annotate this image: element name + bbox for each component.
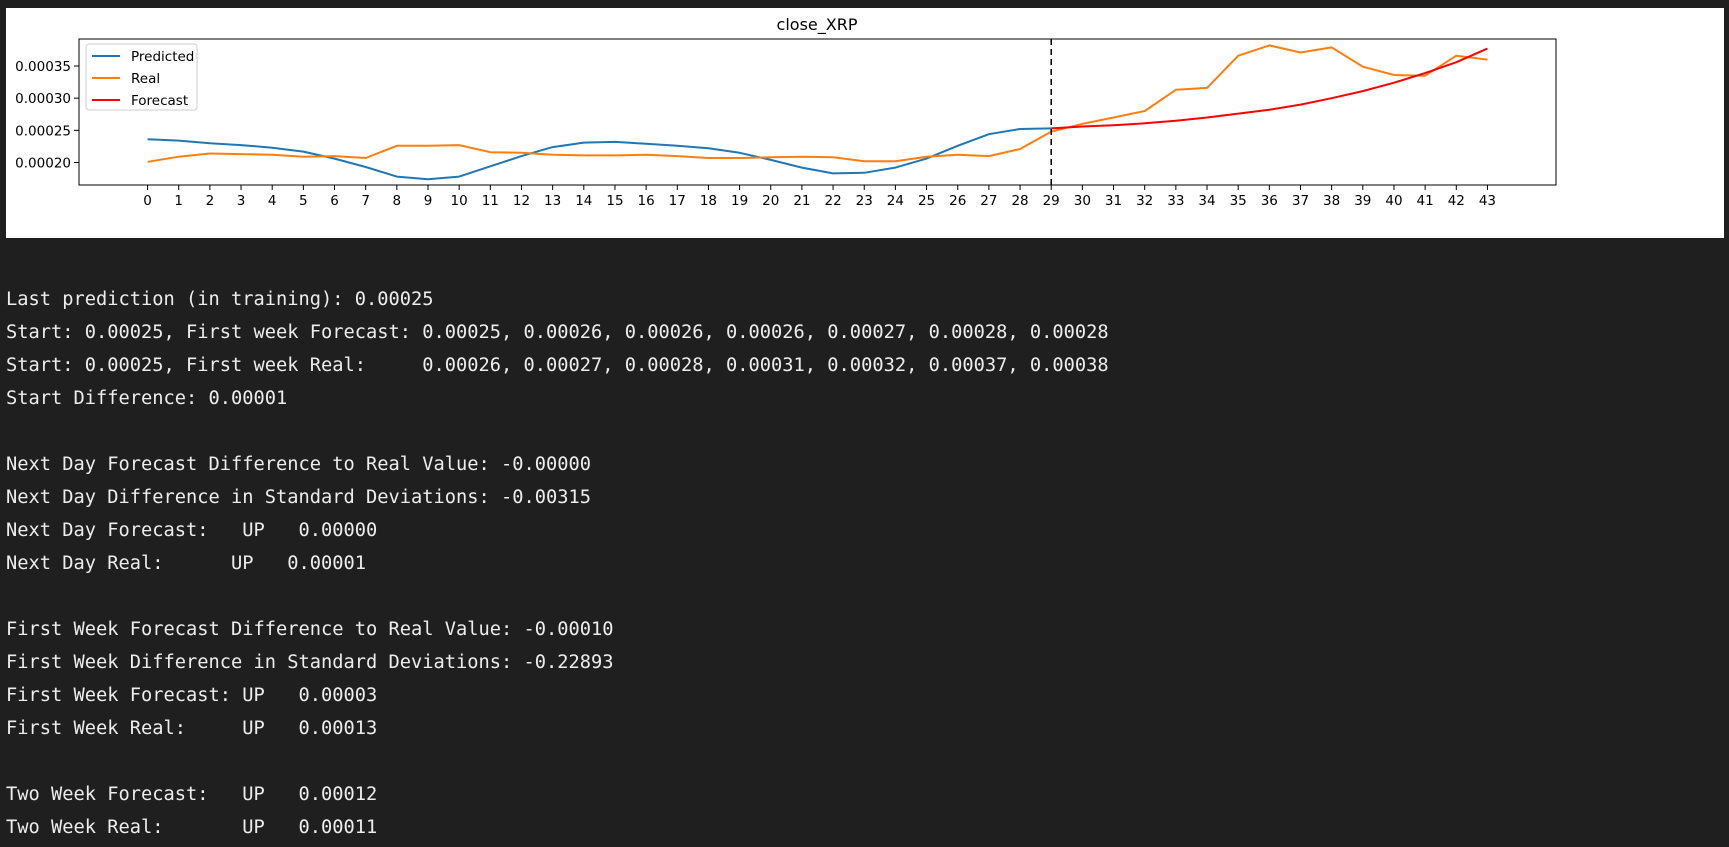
output-line: Last prediction (in training): 0.00025 [6,289,434,310]
output-line: Next Day Forecast Difference to Real Val… [6,454,592,475]
x-tick-label: 42 [1448,193,1465,209]
x-tick-label: 40 [1385,193,1402,209]
x-tick-label: 17 [669,193,686,209]
x-tick-label: 23 [856,193,873,209]
line-chart: close_XRP 0 1 2 3 4 5 6 7 8 9 10 11 12 13 14 15 16 17 18 19… [15,15,1557,209]
x-tick-label: 32 [1136,193,1153,209]
x-tick-label: 38 [1323,193,1340,209]
legend-label-forecast: Forecast [131,93,188,109]
x-tick-label: 35 [1230,193,1247,209]
plot-frame [78,38,1557,186]
x-tick-label: 28 [1011,193,1028,209]
x-tick-label: 20 [762,193,779,209]
x-tick-label: 11 [482,193,499,209]
x-tick-label: 9 [424,193,433,209]
x-tick-label: 24 [887,193,904,209]
x-tick-label: 31 [1105,193,1122,209]
x-tick-label: 4 [268,193,277,209]
y-tick-label: 0.00025 [15,123,71,139]
chart-title: close_XRP [777,15,858,35]
console-output: Last prediction (in training): 0.00025 St… [6,283,1706,844]
output-line: First Week Difference in Standard Deviat… [6,652,614,673]
output-line: Next Day Difference in Standard Deviatio… [6,487,592,508]
x-tick-label: 7 [361,193,370,209]
x-tick-label: 8 [393,193,402,209]
x-tick-label: 26 [949,193,966,209]
output-line: First Week Real: UP 0.00013 [6,718,378,739]
x-tick-label: 15 [606,193,623,209]
output-line: First Week Forecast: UP 0.00003 [6,685,378,706]
output-line: Two Week Forecast: UP 0.00012 [6,784,378,805]
x-tick-label: 22 [824,193,841,209]
legend: Predicted Real Forecast [85,43,198,111]
y-tick-label: 0.00020 [15,155,71,171]
x-tick-label: 34 [1198,193,1215,209]
output-line: Next Day Real: UP 0.00001 [6,553,367,574]
output-line: Start: 0.00025, First week Forecast: 0.0… [6,322,1109,343]
x-tick-label: 1 [174,193,183,209]
x-tick-label: 30 [1074,193,1091,209]
x-tick-label: 14 [575,193,592,209]
x-tick-label: 43 [1479,193,1496,209]
x-tick-label: 6 [330,193,339,209]
output-line: First Week Forecast Difference to Real V… [6,619,614,640]
series-line-predicted [147,127,1052,181]
output-line: Next Day Forecast: UP 0.00000 [6,520,378,541]
x-tick-label: 19 [731,193,748,209]
output-line: Start: 0.00025, First week Real: 0.00026… [6,355,1109,376]
x-tick-label: 3 [237,193,246,209]
x-tick-label: 37 [1292,193,1309,209]
axis-ticks: 0 1 2 3 4 5 6 7 8 9 10 11 12 13 14 15 16 17 18 19 20 21 22 23 24… [15,59,1496,209]
x-tick-label: 36 [1261,193,1278,209]
x-tick-label: 27 [980,193,997,209]
y-tick-label: 0.00030 [15,91,71,107]
y-tick-label: 0.00035 [15,59,71,75]
series-line-real [147,44,1488,163]
x-tick-label: 12 [513,193,530,209]
output-line: Two Week Real: UP 0.00011 [6,817,378,838]
x-tick-label: 16 [638,193,655,209]
series-lines [147,44,1488,181]
x-tick-label: 0 [143,193,152,209]
x-tick-label: 29 [1043,193,1060,209]
x-tick-label: 39 [1354,193,1371,209]
x-tick-label: 13 [544,193,561,209]
output-line: Start Difference: 0.00001 [6,388,288,409]
x-tick-label: 21 [793,193,810,209]
chart-panel: close_XRP 0 1 2 3 4 5 6 7 8 9 10 11 12 13 14 15 16 17 18 19… [6,8,1724,238]
x-tick-label: 10 [451,193,468,209]
x-tick-label: 18 [700,193,717,209]
x-tick-label: 2 [206,193,215,209]
legend-label-predicted: Predicted [131,49,194,65]
x-tick-label: 25 [918,193,935,209]
x-tick-label: 33 [1167,193,1184,209]
x-tick-label: 5 [299,193,308,209]
legend-label-real: Real [131,71,160,87]
x-tick-label: 41 [1417,193,1434,209]
